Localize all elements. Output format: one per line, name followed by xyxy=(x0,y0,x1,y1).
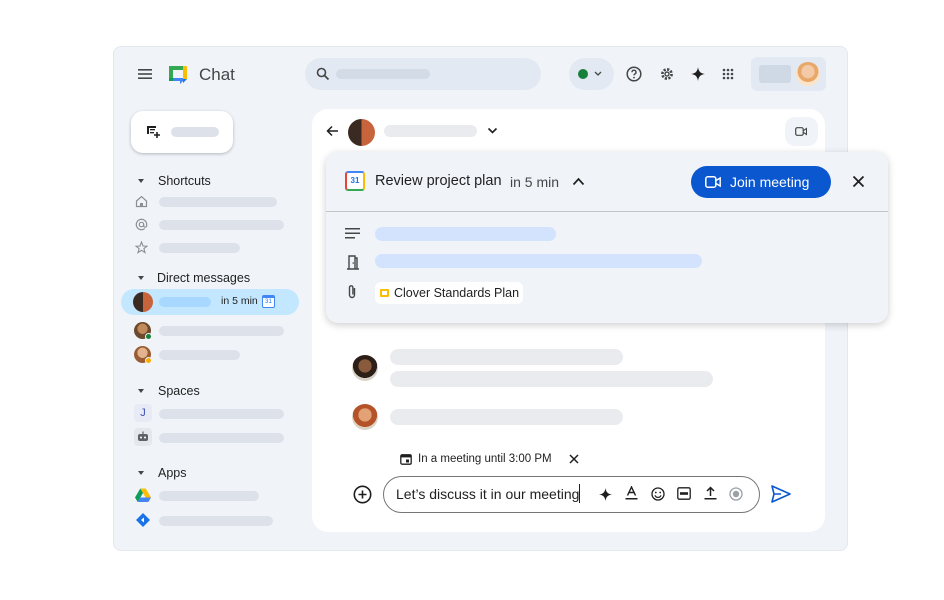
app-1-name-placeholder xyxy=(159,491,259,501)
text-cursor xyxy=(579,484,580,503)
apps-grid-icon[interactable] xyxy=(719,65,737,83)
slides-icon xyxy=(380,289,389,297)
emoji-icon[interactable] xyxy=(651,487,665,501)
star-icon[interactable] xyxy=(135,241,148,254)
dm-2-name-placeholder xyxy=(159,326,284,336)
room-placeholder xyxy=(375,254,702,268)
dm-active-name-placeholder xyxy=(159,297,211,307)
shortcuts-caret-icon[interactable] xyxy=(138,179,144,183)
dm-3-name-placeholder xyxy=(159,350,240,360)
attachment-icon xyxy=(348,285,356,299)
chat-name-placeholder xyxy=(384,125,477,137)
send-icon[interactable] xyxy=(771,485,791,503)
shortcut-starred-label xyxy=(159,243,240,253)
sparkle-icon[interactable] xyxy=(598,487,613,502)
org-logo-placeholder xyxy=(759,65,791,83)
space-2-name-placeholder xyxy=(159,433,284,443)
video-icon xyxy=(795,127,807,136)
apps-caret-icon[interactable] xyxy=(138,471,144,475)
home-icon[interactable] xyxy=(135,195,148,208)
shortcut-mentions-label xyxy=(159,220,284,230)
description-placeholder xyxy=(375,227,556,241)
search-icon xyxy=(316,67,330,81)
search-bar[interactable] xyxy=(305,58,541,90)
direct-messages-heading[interactable]: Direct messages xyxy=(157,271,250,285)
chat-logo-icon xyxy=(167,63,189,85)
meeting-time: in 5 min xyxy=(510,174,560,190)
join-meeting-button[interactable]: Join meeting xyxy=(691,166,831,198)
dm-caret-icon[interactable] xyxy=(138,276,144,280)
spaces-caret-icon[interactable] xyxy=(138,389,144,393)
away-status-dot xyxy=(145,357,152,364)
meeting-title: Review project plan xyxy=(375,173,502,189)
room-door-icon xyxy=(347,255,359,270)
card-divider xyxy=(326,211,888,212)
app-2-name-placeholder xyxy=(159,516,273,526)
menu-icon[interactable] xyxy=(136,66,154,82)
attachment-chip[interactable]: Clover Standards Plan xyxy=(375,282,523,304)
close-icon[interactable] xyxy=(569,454,579,464)
dm-group-avatar xyxy=(133,292,153,312)
dm-active-time: in 5 min xyxy=(221,295,258,307)
mention-icon[interactable] xyxy=(135,218,148,231)
status-selector[interactable] xyxy=(569,58,614,90)
new-chat-label-placeholder xyxy=(171,127,219,137)
message-2-line-1 xyxy=(390,409,623,425)
space-avatar-j[interactable]: J xyxy=(134,404,152,422)
help-icon[interactable] xyxy=(625,65,643,83)
upload-icon[interactable] xyxy=(704,486,717,500)
message-1-line-2 xyxy=(390,371,713,387)
account-avatar[interactable] xyxy=(796,62,820,86)
meeting-status-note: In a meeting until 3:00 PM xyxy=(418,453,552,465)
gif-icon[interactable] xyxy=(677,487,691,500)
calendar-icon xyxy=(400,454,412,465)
attachment-name: Clover Standards Plan xyxy=(394,286,520,300)
record-icon[interactable] xyxy=(729,487,743,501)
chevron-down-icon[interactable] xyxy=(487,127,498,135)
add-circle-icon[interactable] xyxy=(353,485,372,504)
online-status-dot xyxy=(578,69,588,79)
description-icon xyxy=(345,228,360,239)
online-status-dot xyxy=(145,333,152,340)
sparkle-icon[interactable] xyxy=(689,65,707,83)
message-avatar-2 xyxy=(352,404,378,430)
search-placeholder xyxy=(336,69,430,79)
space-1-name-placeholder xyxy=(159,409,284,419)
gear-icon[interactable] xyxy=(658,65,676,83)
video-icon xyxy=(705,176,721,188)
new-chat-icon xyxy=(147,126,160,138)
dm-item-active[interactable]: in 5 min 31 xyxy=(121,289,299,315)
app-title: Chat xyxy=(199,65,235,84)
video-call-button[interactable] xyxy=(785,117,818,146)
calendar-icon: 31 xyxy=(262,295,275,308)
chevron-down-icon xyxy=(594,71,602,76)
diamond-app-icon[interactable] xyxy=(136,513,150,527)
account-area[interactable] xyxy=(751,57,826,91)
google-calendar-icon: 31 xyxy=(345,171,365,191)
chat-group-avatar xyxy=(348,119,375,146)
apps-heading[interactable]: Apps xyxy=(158,466,187,480)
message-input[interactable] xyxy=(396,486,586,502)
close-icon[interactable] xyxy=(852,175,865,188)
message-1-line-1 xyxy=(390,349,623,365)
chevron-up-icon[interactable] xyxy=(572,177,585,186)
back-arrow-icon[interactable] xyxy=(326,125,339,137)
shortcuts-heading[interactable]: Shortcuts xyxy=(158,174,211,188)
join-meeting-label: Join meeting xyxy=(730,174,810,190)
drive-icon[interactable] xyxy=(135,488,151,502)
shortcut-home-label xyxy=(159,197,277,207)
message-avatar-1 xyxy=(352,355,378,381)
new-chat-button[interactable] xyxy=(131,111,233,153)
robot-icon[interactable] xyxy=(134,428,152,446)
text-format-icon[interactable] xyxy=(625,486,638,500)
spaces-heading[interactable]: Spaces xyxy=(158,384,200,398)
